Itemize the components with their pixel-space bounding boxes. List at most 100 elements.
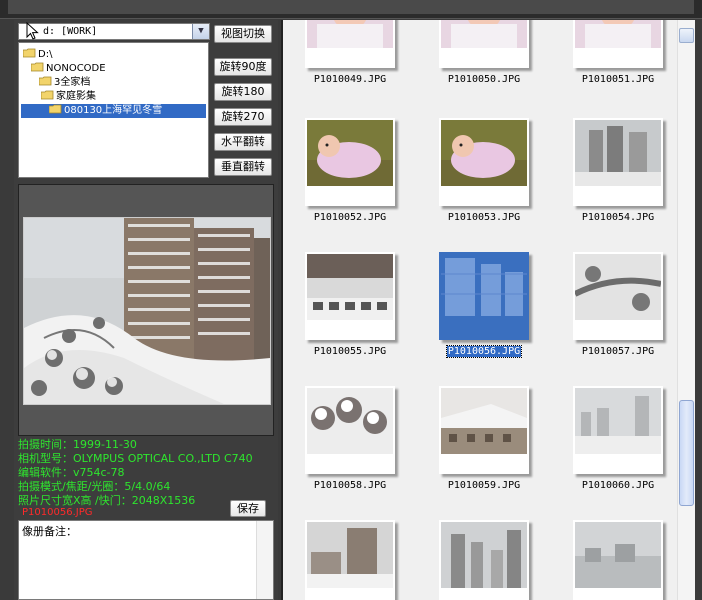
- thumbnail-image: [441, 522, 527, 588]
- thumbnail-filename[interactable]: P1010050.JPG: [419, 73, 549, 87]
- vertical-scrollbar[interactable]: [677, 20, 696, 600]
- thumbnail-item[interactable]: [305, 386, 395, 474]
- thumbnail-item[interactable]: [573, 386, 663, 474]
- thumbnail-item[interactable]: [439, 520, 529, 600]
- thumbnail-filename-text: P1010055.JPG: [313, 346, 387, 357]
- thumbnail-item[interactable]: [305, 252, 395, 340]
- tree-item-label: 家庭影集: [56, 91, 96, 102]
- info-camera-model: 相机型号：OLYMPUS OPTICAL CO.,LTD C740: [18, 452, 253, 465]
- thumbnail-filename[interactable]: P1010060.JPG: [553, 479, 677, 493]
- tree-item-family-album[interactable]: 家庭影集: [41, 90, 96, 104]
- photo-preview-frame: [18, 184, 274, 436]
- thumbnail-image: [575, 20, 661, 48]
- thumbnail-filename[interactable]: P1010053.JPG: [419, 211, 549, 225]
- thumbnail-item[interactable]: [439, 252, 529, 340]
- thumbnail-filename-text: P1010053.JPG: [447, 212, 521, 223]
- folder-open-icon: [23, 48, 36, 58]
- notes-scrollbar[interactable]: [256, 521, 273, 599]
- thumbnail-item[interactable]: [305, 20, 395, 68]
- thumbnail-filename-text: P1010057.JPG: [581, 346, 655, 357]
- thumbnail-filename-text: P1010049.JPG: [313, 74, 387, 85]
- thumbnail-filename[interactable]: P1010058.JPG: [285, 479, 415, 493]
- chevron-down-icon[interactable]: ▼: [192, 24, 209, 39]
- rotate-90-button[interactable]: 旋转90度: [214, 58, 272, 76]
- thumbnail-filename[interactable]: P1010052.JPG: [285, 211, 415, 225]
- thumbnail-filename-text: P1010059.JPG: [447, 480, 521, 491]
- info-mode: 拍摄模式/焦距/光圈：5/4.0/64: [18, 480, 171, 493]
- thumbnail-item[interactable]: [305, 118, 395, 206]
- save-button[interactable]: 保存: [230, 500, 266, 517]
- thumbnail-image: [441, 254, 527, 320]
- flip-horizontal-button[interactable]: 水平翻转: [214, 133, 272, 151]
- tree-item-label: NONOCODE: [46, 63, 106, 74]
- thumbnail-item[interactable]: [439, 118, 529, 206]
- left-panel: d: [WORK] ▼ 视图切换 旋转90度 旋转180 旋转270 水平翻转 …: [14, 20, 278, 600]
- thumbnail-item[interactable]: [573, 118, 663, 206]
- scroll-thumb[interactable]: [679, 400, 694, 506]
- tree-item-label: 3全家档: [54, 77, 91, 88]
- thumbnail-filename[interactable]: P1010056.JPG: [419, 345, 549, 359]
- thumbnail-filename-text: P1010054.JPG: [581, 212, 655, 223]
- info-shot-time: 拍摄时间：1999-11-30: [18, 438, 137, 451]
- thumbnail-filename[interactable]: P1010059.JPG: [419, 479, 549, 493]
- thumbnail-image: [441, 120, 527, 186]
- mouse-cursor-icon: [26, 22, 39, 40]
- rotate-180-button[interactable]: 旋转180: [214, 83, 272, 101]
- window-edge: [695, 20, 702, 600]
- thumbnail-filename[interactable]: P1010051.JPG: [553, 73, 677, 87]
- thumbnail-item[interactable]: [439, 386, 529, 474]
- thumbnail-image: [307, 522, 393, 588]
- album-notes-textarea[interactable]: 像册备注：: [18, 520, 274, 600]
- photo-preview[interactable]: [23, 217, 271, 405]
- thumbnail-image: [441, 20, 527, 48]
- thumbnail-image: [575, 388, 661, 454]
- folder-open-icon: [39, 76, 52, 86]
- folder-tree: D:\ NONOCODE 3全家档 家庭影集 080130上海罕见冬雪: [18, 42, 209, 178]
- thumbnail-item[interactable]: [573, 520, 663, 600]
- flip-vertical-button[interactable]: 垂直翻转: [214, 158, 272, 176]
- thumbnail-item[interactable]: [305, 520, 395, 600]
- photo-info: 拍摄时间：1999-11-30 相机型号：OLYMPUS OPTICAL CO.…: [18, 438, 278, 508]
- tree-item-label: D:\: [38, 49, 53, 60]
- thumbnail-grid: P1010049.JPG P1010050.JPG P1010051.JPG P101…: [283, 20, 677, 600]
- scroll-up-button[interactable]: [679, 28, 694, 43]
- folder-open-icon: [41, 90, 54, 100]
- thumbnail-image: [575, 254, 661, 320]
- tree-item-family-archive[interactable]: 3全家档: [39, 76, 90, 90]
- album-notes-label: 像册备注：: [22, 525, 77, 538]
- thumbnail-item[interactable]: [573, 20, 663, 68]
- thumbnail-image: [307, 254, 393, 320]
- thumbnail-filename[interactable]: P1010057.JPG: [553, 345, 677, 359]
- thumbnail-filename-text: P1010050.JPG: [447, 74, 521, 85]
- thumbnail-image: [307, 120, 393, 186]
- drive-select-value: d: [WORK]: [43, 26, 98, 37]
- tree-item-nonocode[interactable]: NONOCODE: [31, 62, 106, 76]
- thumbnail-item[interactable]: [439, 20, 529, 68]
- thumbnail-filename[interactable]: P1010049.JPG: [285, 73, 415, 87]
- tree-item-snow-album[interactable]: 080130上海罕见冬雪: [21, 104, 206, 118]
- folder-open-icon: [49, 104, 62, 114]
- thumbnail-panel: P1010049.JPG P1010050.JPG P1010051.JPG P101…: [281, 20, 696, 600]
- thumbnail-filename[interactable]: P1010055.JPG: [285, 345, 415, 359]
- thumbnail-item[interactable]: [573, 252, 663, 340]
- thumbnail-image: [307, 388, 393, 454]
- thumbnail-filename[interactable]: P1010054.JPG: [553, 211, 677, 225]
- snow-building-photo: [24, 218, 270, 404]
- thumbnail-image: [441, 388, 527, 454]
- thumbnail-filename-text: P1010060.JPG: [581, 480, 655, 491]
- thumbnail-image: [575, 120, 661, 186]
- thumbnail-image: [575, 522, 661, 588]
- top-strip: [0, 0, 702, 19]
- tree-item-drive[interactable]: D:\: [23, 48, 52, 62]
- view-switch-button[interactable]: 视图切换: [214, 25, 272, 43]
- thumbnail-filename-text: P1010052.JPG: [313, 212, 387, 223]
- thumbnail-filename-text: P1010051.JPG: [581, 74, 655, 85]
- thumbnail-filename-text: P1010058.JPG: [313, 480, 387, 491]
- current-filename: P1010056.JPG: [22, 507, 93, 518]
- rotate-270-button[interactable]: 旋转270: [214, 108, 272, 126]
- drive-select[interactable]: d: [WORK] ▼: [18, 23, 210, 40]
- tree-item-label: 080130上海罕见冬雪: [64, 105, 163, 116]
- info-software: 编辑软件：v754c-78: [18, 466, 125, 479]
- folder-open-icon: [31, 62, 44, 72]
- title-bar: [8, 0, 694, 14]
